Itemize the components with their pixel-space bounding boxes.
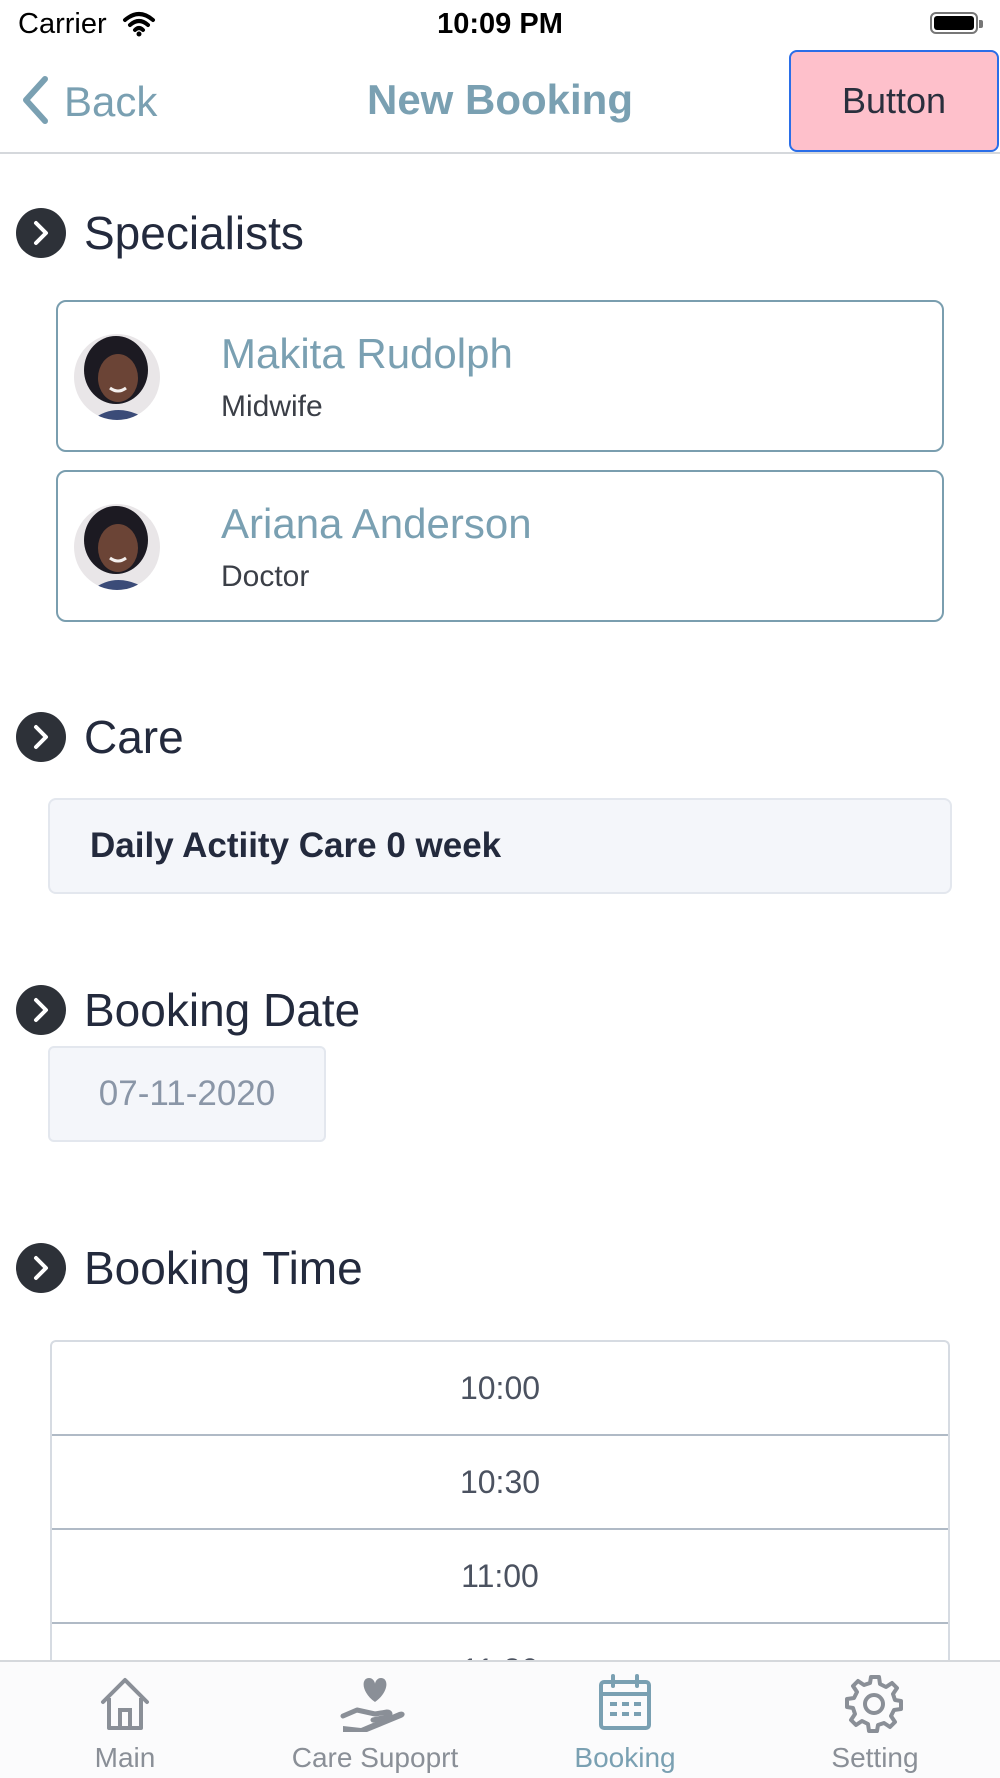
tab-label: Main bbox=[94, 1742, 156, 1773]
gear-icon bbox=[750, 1672, 1000, 1738]
specialist-card[interactable]: Ariana Anderson Doctor bbox=[56, 470, 944, 622]
booking-date-field[interactable]: 07-11-2020 bbox=[48, 1046, 326, 1142]
status-time: 10:09 PM bbox=[437, 8, 563, 40]
avatar bbox=[74, 504, 160, 590]
section-header-booking-date[interactable]: Booking Date bbox=[16, 983, 360, 1037]
section-title-booking-time: Booking Time bbox=[84, 1242, 363, 1294]
time-slot[interactable]: 10:00 bbox=[52, 1342, 948, 1436]
calendar-icon bbox=[500, 1672, 750, 1738]
time-slot[interactable]: 10:30 bbox=[52, 1436, 948, 1530]
tab-main[interactable]: Main bbox=[0, 1672, 250, 1776]
home-icon bbox=[0, 1672, 250, 1738]
navigation-bar: Back New Booking Button bbox=[0, 50, 1000, 154]
care-value: Daily Actiity Care 0 week bbox=[48, 798, 952, 894]
chevron-right-icon bbox=[16, 1243, 66, 1293]
tab-care-support[interactable]: Care Supoprt bbox=[250, 1672, 500, 1776]
specialist-role: Doctor bbox=[221, 560, 310, 593]
section-header-specialists[interactable]: Specialists bbox=[16, 206, 304, 260]
tab-bar: Main Care Supoprt Booking Setting bbox=[0, 1660, 1000, 1778]
section-title-booking-date: Booking Date bbox=[84, 984, 361, 1036]
tab-booking[interactable]: Booking bbox=[500, 1672, 750, 1776]
section-title-care: Care bbox=[84, 711, 184, 763]
specialist-role: Midwife bbox=[221, 390, 323, 423]
tab-label: Setting bbox=[831, 1742, 919, 1773]
status-bar: Carrier 10:09 PM bbox=[0, 0, 1000, 50]
tab-label: Booking bbox=[574, 1742, 676, 1773]
chevron-right-icon bbox=[16, 985, 66, 1035]
tab-label: Care Supoprt bbox=[291, 1742, 459, 1773]
section-title-specialists: Specialists bbox=[84, 207, 304, 259]
nav-action-button[interactable]: Button bbox=[789, 50, 999, 152]
specialist-card[interactable]: Makita Rudolph Midwife bbox=[56, 300, 944, 452]
avatar bbox=[74, 334, 160, 420]
section-header-booking-time[interactable]: Booking Time bbox=[16, 1241, 363, 1295]
chevron-right-icon bbox=[16, 208, 66, 258]
specialist-name: Ariana Anderson bbox=[221, 500, 532, 547]
specialist-name: Makita Rudolph bbox=[221, 330, 513, 377]
time-slot[interactable]: 11:30 bbox=[52, 1624, 948, 1661]
chevron-right-icon bbox=[16, 712, 66, 762]
tab-setting[interactable]: Setting bbox=[750, 1672, 1000, 1776]
battery-icon bbox=[930, 12, 984, 38]
section-header-care[interactable]: Care bbox=[16, 710, 184, 764]
heart-hand-icon bbox=[250, 1672, 500, 1738]
booking-time-list[interactable]: 10:00 10:30 11:00 11:30 bbox=[50, 1340, 950, 1660]
time-slot[interactable]: 11:00 bbox=[52, 1530, 948, 1624]
